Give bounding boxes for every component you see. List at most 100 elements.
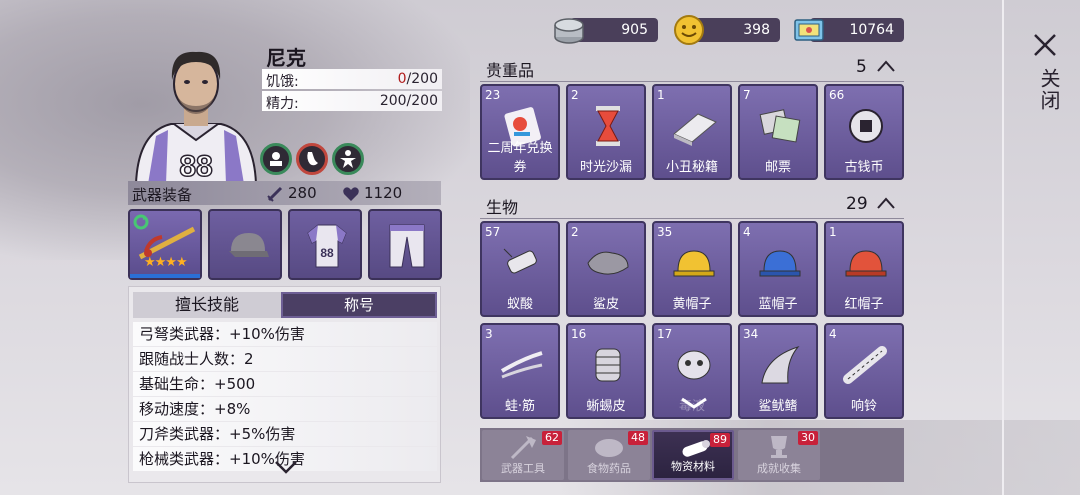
item-time-hourglass[interactable]: 2 时光沙漏 [566,84,646,180]
item-yellow-hat[interactable]: 35 黄帽子 [652,221,732,317]
attack-value: 280 [288,184,317,202]
trait-badge-3[interactable] [332,143,364,175]
section-valuables-count: 5 [856,57,867,77]
skills-panel: 擅长技能 称号 弓弩类武器：+10%伤害 跟随战士人数：2 基础生命：+500 … [128,286,441,483]
item-anniversary-voucher[interactable]: 23 二周年兑换券 [480,84,560,180]
equipment-title: 武器装备 [132,186,193,204]
item-count: 35 [657,225,673,239]
item-count: 4 [743,225,751,239]
item-shark-skin[interactable]: 2 鲨皮 [566,221,646,317]
item-count: 57 [485,225,501,239]
tab-titles[interactable]: 称号 [281,292,437,318]
energy-stat: 精力: 200/200 [262,91,442,112]
heart-icon [343,187,359,201]
item-count: 2 [571,88,579,102]
character-name: 尼克 [266,46,306,70]
item-name: 黄帽子 [672,297,712,312]
item-name: 蛙·筋 [504,399,536,414]
item-lizard-skin[interactable]: 16 蜥蜴皮 [566,323,646,419]
item-shark-fin[interactable]: 34 鲨鱿鳍 [738,323,818,419]
rattle-icon [843,346,887,384]
item-name: 鲨皮 [592,297,619,312]
hunger-value: 0/200 [398,71,438,87]
agility-icon [340,150,356,168]
tendon-icon [500,351,543,379]
item-name: 响铃 [850,399,877,414]
pants-icon [389,224,425,268]
hide-icon [587,251,629,275]
item-blue-hat[interactable]: 4 蓝帽子 [738,221,818,317]
equip-slot-weapon[interactable]: ★★★★ [128,209,202,280]
sword-icon [267,186,283,202]
tab-badge: 89 [710,433,730,447]
creature-head-icon [677,350,711,380]
energy-value: 200/200 [379,93,438,109]
close-icon [1034,34,1056,56]
equip-slot-body[interactable]: 88 [288,209,362,280]
coin-icon [849,109,883,143]
item-count: 66 [829,88,845,102]
item-name: 蓝帽子 [758,297,798,312]
tab-label: 武器工具 [501,462,545,475]
item-count: 1 [657,88,665,102]
item-name: 时光沙漏 [579,160,632,175]
tab-materials[interactable]: 89 物资材料 [652,430,734,480]
hardhat-red-icon [845,250,887,277]
food-icon [595,439,623,457]
tab-skills[interactable]: 擅长技能 [133,292,281,318]
section-divider [480,218,904,219]
tab-food-medicine[interactable]: 48 食物药品 [568,430,650,480]
item-stamps[interactable]: 7 邮票 [738,84,818,180]
item-count: 16 [571,327,587,341]
book-icon [673,113,717,146]
hunger-current: 0 [397,71,407,87]
item-name: 蚁酸 [506,297,533,312]
skill-line: 基础生命：+500 [133,372,437,396]
chevron-down-icon[interactable] [274,459,298,475]
item-formic-acid[interactable]: 57 蚁酸 [480,221,560,317]
equip-slot-legs[interactable] [368,209,442,280]
chevron-up-icon[interactable] [876,60,896,72]
trophy-icon [771,436,787,458]
chevron-up-icon[interactable] [876,197,896,209]
skill-line: 弓弩类武器：+10%伤害 [133,322,437,346]
ticket-icon [794,19,824,41]
item-name: 二周年兑换券 [487,141,553,175]
tab-label: 成就收集 [757,462,801,475]
section-divider [480,81,904,82]
item-count: 34 [743,327,759,341]
trait-badge-1[interactable] [260,143,292,175]
gold-coin-icon [674,15,704,45]
item-ancient-coin[interactable]: 66 古钱币 [824,84,904,180]
item-rattle[interactable]: 4 响铃 [824,323,904,419]
skill-line: 跟随战士人数：2 [133,347,437,371]
close-button[interactable]: 关闭 [1004,0,1080,495]
item-venom[interactable]: 17 毒液 [652,323,732,419]
section-valuables-title: 贵重品 [486,61,535,80]
vial-icon [503,248,537,274]
tab-label: 食物药品 [587,462,631,475]
item-name: 邮票 [764,160,791,175]
skill-line: 刀斧类武器：+5%伤害 [133,422,437,446]
tab-achievements[interactable]: 30 成就收集 [738,430,820,480]
jersey-number: 88 [179,150,212,183]
currency-tickets: 10764 [792,18,904,42]
tab-weapons-tools[interactable]: 62 武器工具 [482,430,564,480]
weapon-stars: ★★★★ [144,255,188,270]
hunger-label: 饥饿: [266,74,299,90]
item-red-hat[interactable]: 1 红帽子 [824,221,904,317]
equip-slot-head[interactable] [208,209,282,280]
item-count: 23 [485,88,501,102]
tab-badge: 48 [628,431,648,445]
slot-jersey-number: 88 [320,246,334,260]
item-count: 3 [485,327,493,341]
cap-icon [229,233,269,257]
item-clown-manual[interactable]: 1 小丑秘籍 [652,84,732,180]
axe-icon [510,436,536,460]
trait-badge-2[interactable] [296,143,328,175]
item-frog-tendon[interactable]: 3 蛙·筋 [480,323,560,419]
item-count: 2 [571,225,579,239]
tab-badge: 62 [542,431,562,445]
item-name: 红帽子 [844,297,884,312]
weapon-durability-bar [130,274,200,278]
